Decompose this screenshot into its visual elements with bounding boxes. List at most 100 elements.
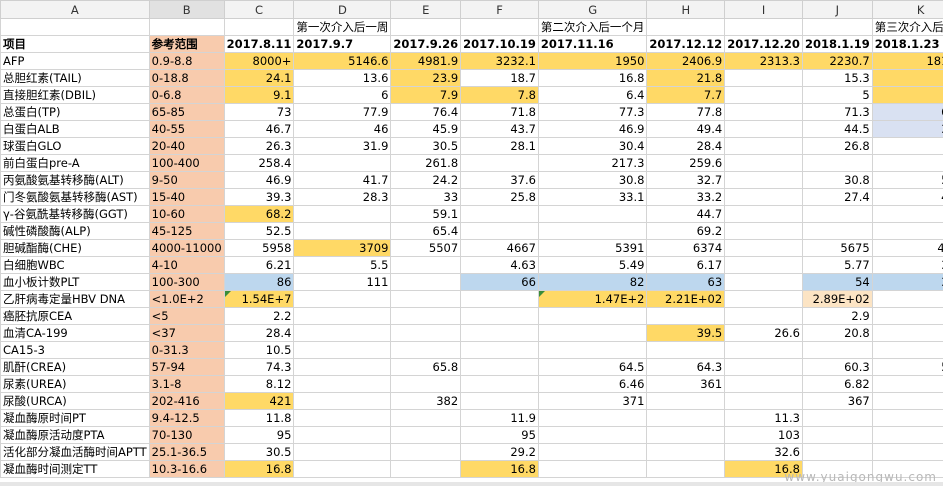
value-cell[interactable]: 64.5 [537, 358, 648, 376]
value-cell[interactable]: 60.3 [801, 358, 873, 376]
item-name-cell[interactable]: γ-谷氨酰基转移酶(GGT) [0, 205, 150, 223]
value-cell[interactable]: 46.9 [223, 171, 295, 189]
phase-cell[interactable] [460, 18, 539, 36]
value-cell[interactable]: 39.3 [223, 188, 295, 206]
value-cell[interactable] [390, 460, 462, 478]
value-cell[interactable] [724, 188, 803, 206]
value-cell[interactable]: 2.21E+02 [646, 290, 726, 308]
value-cell[interactable]: 33.2 [646, 188, 726, 206]
value-cell[interactable]: 58.9 [871, 358, 943, 376]
item-name-cell[interactable]: 球蛋白GLO [0, 137, 150, 155]
reference-range-cell[interactable]: 10-60 [148, 205, 225, 223]
value-cell[interactable]: 63 [646, 273, 726, 291]
value-cell[interactable] [724, 290, 803, 308]
item-name-cell[interactable]: 血清CA-199 [0, 324, 150, 342]
value-cell[interactable]: 42.3 [871, 188, 943, 206]
horizontal-scrollbar[interactable] [0, 482, 943, 486]
value-cell[interactable] [646, 460, 726, 478]
value-cell[interactable]: 32.6 [724, 443, 803, 461]
phase-cell[interactable]: 第二次介入后一个月 [537, 18, 648, 36]
column-header-h[interactable]: H [646, 0, 726, 19]
value-cell[interactable]: 30.8 [801, 171, 873, 189]
value-cell[interactable] [646, 341, 726, 359]
value-cell[interactable]: 38.6 [871, 120, 943, 138]
reference-range-cell[interactable]: <1.0E+2 [148, 290, 225, 308]
header-date[interactable]: 2017.9.26 [390, 35, 462, 53]
value-cell[interactable]: 7.7 [646, 86, 726, 104]
value-cell[interactable]: 9.9 [871, 86, 943, 104]
value-cell[interactable] [724, 307, 803, 325]
reference-range-cell[interactable]: 20-40 [148, 137, 225, 155]
phase-cell[interactable] [724, 18, 803, 36]
value-cell[interactable]: 1950 [537, 52, 648, 70]
reference-range-cell[interactable]: 100-400 [148, 154, 225, 172]
value-cell[interactable] [537, 222, 648, 240]
reference-range-cell[interactable]: 15-40 [148, 188, 225, 206]
value-cell[interactable]: 31.9 [293, 137, 392, 155]
value-cell[interactable]: 7.9 [390, 86, 462, 104]
column-header-d[interactable]: D [293, 0, 392, 19]
column-header-a[interactable]: A [0, 0, 150, 19]
value-cell[interactable] [390, 307, 462, 325]
value-cell[interactable]: 103 [724, 426, 803, 444]
value-cell[interactable]: 16.8 [537, 69, 648, 87]
value-cell[interactable] [724, 171, 803, 189]
item-name-cell[interactable]: 总胆红素(TAIL) [0, 69, 150, 87]
value-cell[interactable] [801, 409, 873, 427]
reference-range-cell[interactable]: 10.3-16.6 [148, 460, 225, 478]
value-cell[interactable]: 11.3 [724, 409, 803, 427]
value-cell[interactable] [537, 307, 648, 325]
reference-range-cell[interactable]: 4000-11000 [148, 239, 225, 257]
value-cell[interactable]: 46.7 [223, 120, 295, 138]
reference-range-cell[interactable]: 45-125 [148, 222, 225, 240]
value-cell[interactable]: 259.6 [646, 154, 726, 172]
value-cell[interactable]: 5675 [801, 239, 873, 257]
value-cell[interactable] [724, 239, 803, 257]
value-cell[interactable]: 20.8 [801, 324, 873, 342]
value-cell[interactable]: 2230.7 [801, 52, 873, 70]
value-cell[interactable]: 7.8 [460, 86, 539, 104]
value-cell[interactable]: 6 [293, 86, 392, 104]
value-cell[interactable] [537, 443, 648, 461]
value-cell[interactable] [293, 409, 392, 427]
value-cell[interactable]: 33 [390, 188, 462, 206]
phase-cell[interactable] [148, 18, 225, 36]
reference-range-cell[interactable]: 57-94 [148, 358, 225, 376]
value-cell[interactable] [293, 307, 392, 325]
value-cell[interactable]: 6.4 [537, 86, 648, 104]
phase-cell[interactable]: 第三次介入后两天 [871, 18, 943, 36]
reference-range-cell[interactable]: 70-130 [148, 426, 225, 444]
value-cell[interactable]: 43.7 [460, 120, 539, 138]
value-cell[interactable]: 21.8 [646, 69, 726, 87]
item-name-cell[interactable]: 尿素(UREA) [0, 375, 150, 393]
reference-range-cell[interactable]: 0-31.3 [148, 341, 225, 359]
item-name-cell[interactable]: 门冬氨酸氨基转移酶(AST) [0, 188, 150, 206]
value-cell[interactable]: 52.5 [223, 222, 295, 240]
value-cell[interactable]: 77.3 [537, 103, 648, 121]
value-cell[interactable]: 95 [223, 426, 295, 444]
reference-range-cell[interactable]: <37 [148, 324, 225, 342]
value-cell[interactable] [460, 222, 539, 240]
value-cell[interactable]: 73 [223, 103, 295, 121]
column-header-i[interactable]: I [724, 0, 803, 19]
value-cell[interactable] [537, 205, 648, 223]
value-cell[interactable]: 77.9 [293, 103, 392, 121]
reference-range-cell[interactable]: 40-55 [148, 120, 225, 138]
value-cell[interactable]: 76.4 [390, 103, 462, 121]
value-cell[interactable]: 68.2 [223, 205, 295, 223]
value-cell[interactable] [724, 256, 803, 274]
value-cell[interactable]: 29.2 [460, 443, 539, 461]
value-cell[interactable] [390, 426, 462, 444]
value-cell[interactable] [390, 290, 462, 308]
reference-range-cell[interactable]: 9.4-12.5 [148, 409, 225, 427]
value-cell[interactable] [801, 443, 873, 461]
phase-cell[interactable]: 第一次介入后一周 [293, 18, 392, 36]
item-name-cell[interactable]: 血小板计数PLT [0, 273, 150, 291]
reference-range-cell[interactable]: 25.1-36.5 [148, 443, 225, 461]
value-cell[interactable]: 77.8 [646, 103, 726, 121]
value-cell[interactable] [460, 290, 539, 308]
value-cell[interactable] [724, 120, 803, 138]
value-cell[interactable]: 5.5 [293, 256, 392, 274]
header-date[interactable]: 2017.12.20 [724, 35, 803, 53]
value-cell[interactable]: 11.8 [223, 409, 295, 427]
